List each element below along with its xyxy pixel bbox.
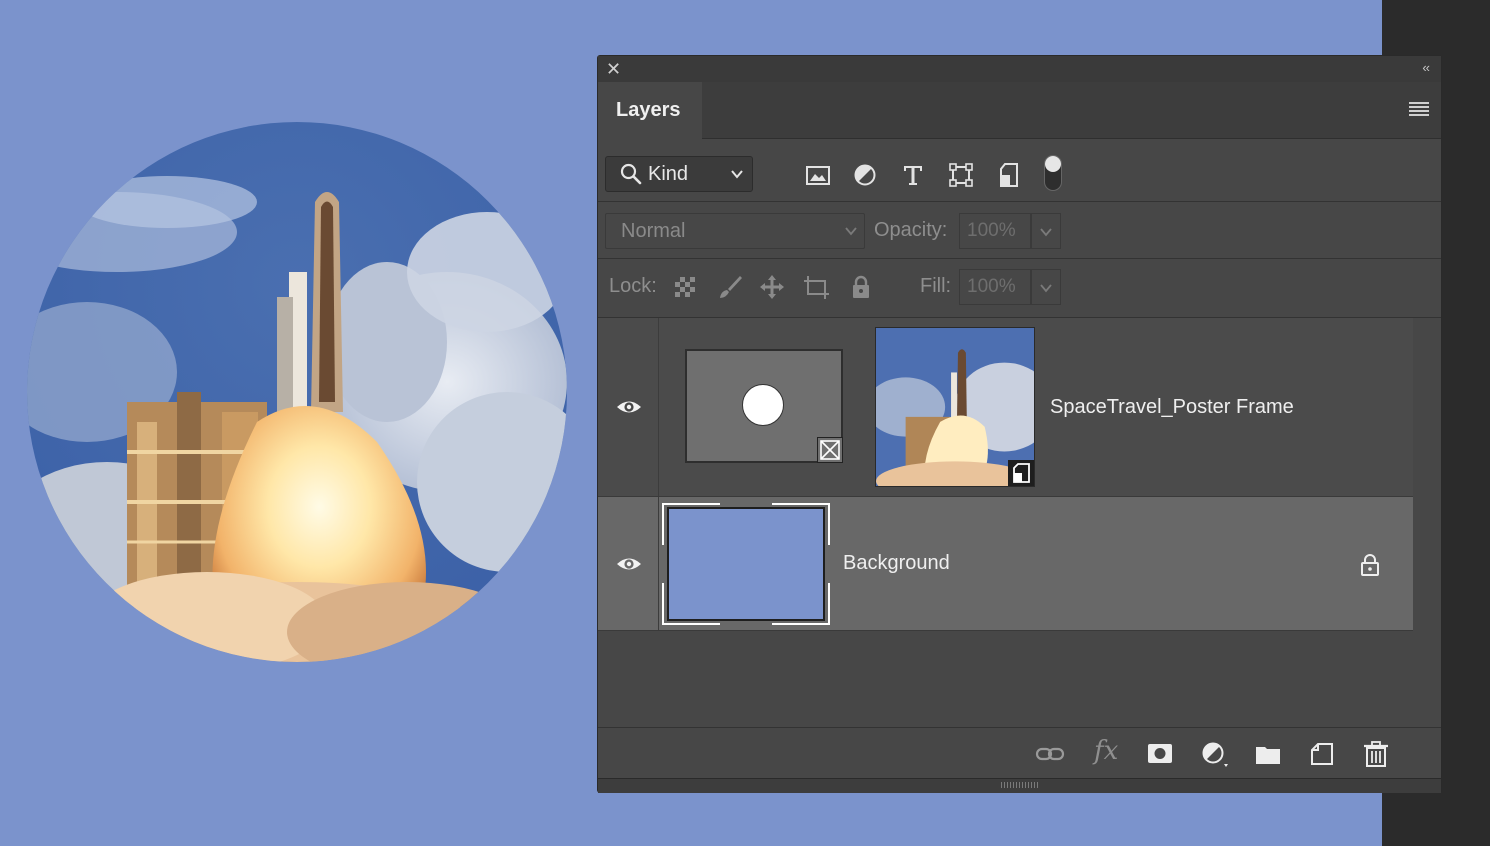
panel-resize-handle[interactable] bbox=[598, 778, 1441, 793]
layer-lock-icon[interactable] bbox=[1359, 553, 1381, 577]
chevron-down-icon bbox=[1040, 228, 1052, 237]
lock-row: Lock: Fill: 100% bbox=[598, 259, 1441, 318]
panel-menu-icon[interactable] bbox=[1409, 102, 1429, 118]
link-layers-icon[interactable] bbox=[1035, 740, 1065, 768]
type-filter-icon[interactable] bbox=[899, 161, 927, 189]
background-thumbnail-wrapper[interactable] bbox=[662, 503, 830, 625]
lock-image-pixels-icon[interactable] bbox=[716, 273, 744, 301]
opacity-input[interactable]: 100% bbox=[959, 213, 1031, 249]
opacity-label: Opacity: bbox=[874, 219, 948, 241]
layers-list: SpaceTravel_Poster Frame Background bbox=[598, 318, 1413, 726]
fill-dropdown[interactable] bbox=[1031, 269, 1061, 305]
filter-toggle-switch[interactable] bbox=[1044, 155, 1062, 191]
blend-mode-value: Normal bbox=[621, 220, 686, 242]
smart-object-badge-icon bbox=[1008, 460, 1034, 486]
tab-layers[interactable]: Layers bbox=[598, 82, 702, 139]
frame-content-thumbnail[interactable] bbox=[875, 327, 1035, 487]
layer-row-background[interactable]: Background bbox=[598, 497, 1413, 631]
image-filter-icon[interactable] bbox=[804, 161, 832, 189]
panel-titlebar: ✕ ‹‹ bbox=[598, 56, 1441, 83]
panel-bottom-bar: fx bbox=[598, 727, 1441, 778]
layer-name-frame[interactable]: SpaceTravel_Poster Frame bbox=[1050, 396, 1294, 419]
lock-transparent-pixels-icon[interactable] bbox=[671, 273, 699, 301]
layer-row-frame[interactable]: SpaceTravel_Poster Frame bbox=[598, 318, 1413, 497]
lock-artboard-icon[interactable] bbox=[802, 273, 830, 301]
add-mask-icon[interactable] bbox=[1145, 740, 1175, 768]
frame-shape-thumbnail[interactable] bbox=[685, 349, 843, 463]
layers-panel: ✕ ‹‹ Layers Kind Normal Opacity: 100% Lo… bbox=[597, 55, 1442, 793]
shape-filter-icon[interactable] bbox=[947, 161, 975, 189]
filter-kind-label: Kind bbox=[648, 163, 689, 185]
background-thumbnail bbox=[667, 507, 825, 621]
adjustment-filter-icon[interactable] bbox=[851, 161, 879, 189]
chevron-down-icon bbox=[845, 227, 857, 236]
delete-icon[interactable] bbox=[1361, 740, 1391, 768]
rocket-launch-image bbox=[27, 122, 567, 662]
canvas-circle-frame[interactable] bbox=[27, 122, 567, 662]
new-group-icon[interactable] bbox=[1253, 740, 1283, 768]
filter-row: Kind bbox=[598, 139, 1441, 202]
panel-tab-row: Layers bbox=[598, 82, 1441, 139]
chevron-down-icon bbox=[1040, 284, 1052, 293]
fill-input[interactable]: 100% bbox=[959, 269, 1031, 305]
filter-kind-dropdown[interactable]: Kind bbox=[605, 156, 753, 192]
frame-badge-icon bbox=[817, 437, 843, 463]
grip-icon bbox=[1001, 782, 1039, 788]
lock-all-icon[interactable] bbox=[847, 273, 875, 301]
eye-icon bbox=[617, 401, 641, 413]
search-icon bbox=[620, 163, 642, 185]
blend-row: Normal Opacity: 100% bbox=[598, 202, 1441, 259]
layer-name-background[interactable]: Background bbox=[843, 552, 950, 575]
eye-icon bbox=[617, 558, 641, 569]
adjustment-layer-icon[interactable] bbox=[1199, 740, 1229, 768]
lock-position-icon[interactable] bbox=[758, 273, 786, 301]
fx-icon[interactable]: fx bbox=[1094, 736, 1124, 766]
fill-label: Fill: bbox=[920, 275, 952, 297]
chevron-down-icon bbox=[731, 170, 743, 179]
lock-label: Lock: bbox=[609, 275, 657, 297]
smart-object-filter-icon[interactable] bbox=[996, 161, 1024, 189]
blend-mode-dropdown[interactable]: Normal bbox=[605, 213, 865, 249]
new-layer-icon[interactable] bbox=[1307, 740, 1337, 768]
visibility-toggle[interactable] bbox=[598, 497, 659, 630]
collapse-panel-icon[interactable]: ‹‹ bbox=[1422, 60, 1430, 75]
close-icon[interactable]: ✕ bbox=[606, 60, 621, 78]
ellipse-shape-preview bbox=[742, 384, 784, 426]
visibility-toggle[interactable] bbox=[598, 318, 659, 496]
opacity-dropdown[interactable] bbox=[1031, 213, 1061, 249]
